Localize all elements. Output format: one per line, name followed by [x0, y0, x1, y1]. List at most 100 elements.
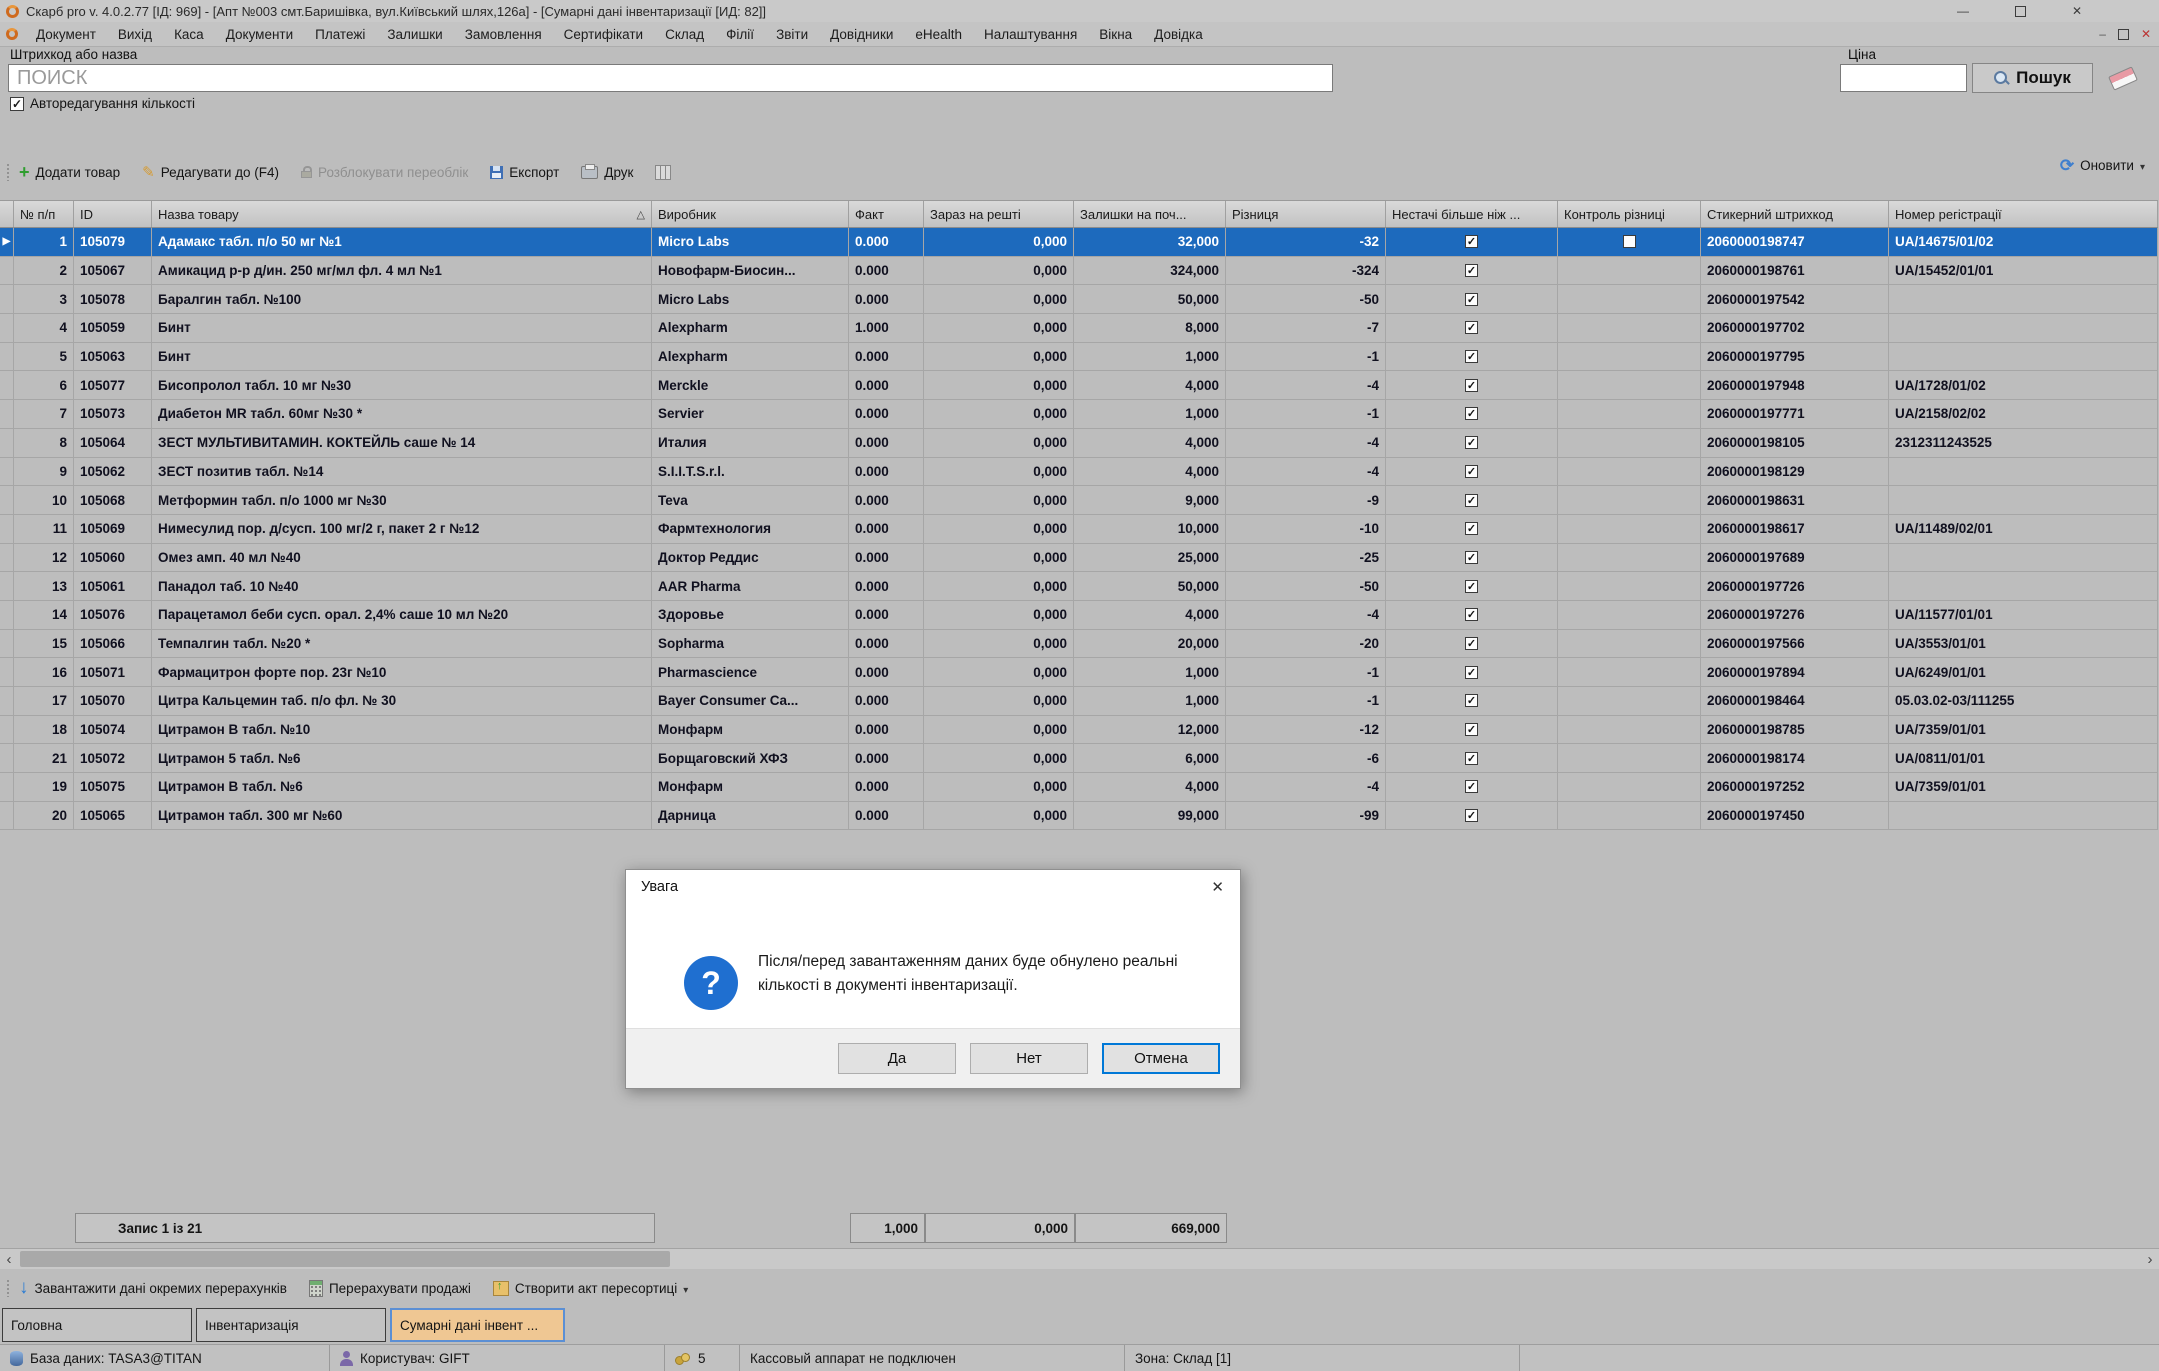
cell-reg[interactable]: UA/7359/01/01	[1889, 773, 2158, 801]
cell-control[interactable]	[1558, 257, 1701, 285]
cell-name[interactable]: Темпалгин табл. №20 *	[152, 630, 652, 658]
scroll-right-button[interactable]: ›	[2141, 1249, 2159, 1269]
table-row[interactable]: 20105065Цитрамон табл. 300 мг №60Дарница…	[0, 802, 2158, 831]
cell-vendor[interactable]: Pharmascience	[652, 658, 849, 686]
shortage-checkbox[interactable]: ✓	[1465, 379, 1478, 392]
cell-sticker[interactable]: 2060000197726	[1701, 572, 1889, 600]
cell-start[interactable]: 1,000	[1074, 400, 1226, 428]
cell-vendor[interactable]: Здоровье	[652, 601, 849, 629]
menu-item-Довідники[interactable]: Довідники	[819, 25, 904, 44]
horizontal-scrollbar[interactable]: ‹ ›	[0, 1248, 2159, 1269]
cell-vendor[interactable]: Alexpharm	[652, 314, 849, 342]
cell-control[interactable]	[1558, 515, 1701, 543]
cell-reg[interactable]	[1889, 285, 2158, 313]
col-header-id[interactable]: ID	[74, 201, 152, 227]
cell-shortage[interactable]: ✓	[1386, 744, 1558, 772]
cell-sticker[interactable]: 2060000198129	[1701, 458, 1889, 486]
table-row[interactable]: 18105074Цитрамон В табл. №10Монфарм0.000…	[0, 716, 2158, 745]
cell-sticker[interactable]: 2060000197566	[1701, 630, 1889, 658]
cell-control[interactable]	[1558, 228, 1701, 256]
cell-rest[interactable]: 0,000	[924, 371, 1074, 399]
unlock-recount-button[interactable]: Розблокувати переоблік	[301, 165, 468, 180]
cell-vendor[interactable]: Борщаговский ХФЗ	[652, 744, 849, 772]
cell-start[interactable]: 4,000	[1074, 773, 1226, 801]
cell-num[interactable]: 13	[14, 572, 74, 600]
cell-num[interactable]: 3	[14, 285, 74, 313]
shortage-checkbox[interactable]: ✓	[1465, 465, 1478, 478]
cell-sticker[interactable]: 2060000197689	[1701, 544, 1889, 572]
menu-item-Налаштування[interactable]: Налаштування	[973, 25, 1088, 44]
cell-num[interactable]: 15	[14, 630, 74, 658]
cell-fact[interactable]: 0.000	[849, 343, 924, 371]
cell-id[interactable]: 105059	[74, 314, 152, 342]
table-row[interactable]: 19105075Цитрамон В табл. №6Монфарм0.0000…	[0, 773, 2158, 802]
cell-control[interactable]	[1558, 802, 1701, 830]
cell-num[interactable]: 9	[14, 458, 74, 486]
menu-item-Вихід[interactable]: Вихід	[107, 25, 163, 44]
cell-diff[interactable]: -32	[1226, 228, 1386, 256]
col-header-rest[interactable]: Зараз на решті	[924, 201, 1074, 227]
cell-fact[interactable]: 1.000	[849, 314, 924, 342]
cell-control[interactable]	[1558, 716, 1701, 744]
table-row[interactable]: ▶1105079Адамакс табл. п/о 50 мг №1Micro …	[0, 228, 2158, 257]
table-row[interactable]: 13105061Панадол таб. 10 №40AAR Pharma0.0…	[0, 572, 2158, 601]
cell-fact[interactable]: 0.000	[849, 658, 924, 686]
price-input[interactable]	[1840, 64, 1967, 92]
cell-start[interactable]: 324,000	[1074, 257, 1226, 285]
cell-rest[interactable]: 0,000	[924, 658, 1074, 686]
cell-diff[interactable]: -12	[1226, 716, 1386, 744]
cell-fact[interactable]: 0.000	[849, 257, 924, 285]
cell-diff[interactable]: -20	[1226, 630, 1386, 658]
cell-rest[interactable]: 0,000	[924, 228, 1074, 256]
cell-name[interactable]: Баралгин табл. №100	[152, 285, 652, 313]
mdi-minimize-button[interactable]: –	[2099, 27, 2106, 41]
minimize-button[interactable]: —	[1957, 4, 1969, 18]
cell-shortage[interactable]: ✓	[1386, 429, 1558, 457]
cell-num[interactable]: 12	[14, 544, 74, 572]
cell-id[interactable]: 105070	[74, 687, 152, 715]
cell-vendor[interactable]: Дарница	[652, 802, 849, 830]
cell-control[interactable]	[1558, 458, 1701, 486]
cell-control[interactable]	[1558, 773, 1701, 801]
dialog-title-bar[interactable]: Увага	[626, 870, 1240, 904]
cell-sel[interactable]	[0, 429, 14, 457]
cell-sticker[interactable]: 2060000198105	[1701, 429, 1889, 457]
cell-vendor[interactable]: Micro Labs	[652, 285, 849, 313]
cell-rest[interactable]: 0,000	[924, 601, 1074, 629]
cell-start[interactable]: 9,000	[1074, 486, 1226, 514]
shortage-checkbox[interactable]: ✓	[1465, 694, 1478, 707]
cell-sticker[interactable]: 2060000197894	[1701, 658, 1889, 686]
cell-name[interactable]: Парацетамол беби сусп. орал. 2,4% саше 1…	[152, 601, 652, 629]
cell-sticker[interactable]: 2060000198631	[1701, 486, 1889, 514]
table-row[interactable]: 21105072Цитрамон 5 табл. №6Борщаговский …	[0, 744, 2158, 773]
cell-rest[interactable]: 0,000	[924, 773, 1074, 801]
table-row[interactable]: 15105066Темпалгин табл. №20 *Sopharma0.0…	[0, 630, 2158, 659]
cell-vendor[interactable]: Sopharma	[652, 630, 849, 658]
cell-start[interactable]: 50,000	[1074, 285, 1226, 313]
menu-item-eHealth[interactable]: eHealth	[904, 25, 973, 44]
cell-reg[interactable]: UA/7359/01/01	[1889, 716, 2158, 744]
load-recounts-button[interactable]: ↓ Завантажити дані окремих перерахунків	[19, 1281, 287, 1296]
cell-sticker[interactable]: 2060000198785	[1701, 716, 1889, 744]
cell-rest[interactable]: 0,000	[924, 687, 1074, 715]
cell-reg[interactable]: UA/2158/02/02	[1889, 400, 2158, 428]
cell-diff[interactable]: -4	[1226, 773, 1386, 801]
cell-control[interactable]	[1558, 429, 1701, 457]
cell-fact[interactable]: 0.000	[849, 371, 924, 399]
cell-start[interactable]: 99,000	[1074, 802, 1226, 830]
cell-sel[interactable]	[0, 601, 14, 629]
cell-fact[interactable]: 0.000	[849, 429, 924, 457]
cell-num[interactable]: 7	[14, 400, 74, 428]
add-item-button[interactable]: + Додати товар	[19, 165, 120, 180]
cell-vendor[interactable]: Доктор Реддис	[652, 544, 849, 572]
table-row[interactable]: 4105059БинтAlexpharm1.0000,0008,000-7✓20…	[0, 314, 2158, 343]
cell-sel[interactable]	[0, 400, 14, 428]
cell-reg[interactable]: UA/11489/02/01	[1889, 515, 2158, 543]
cell-diff[interactable]: -50	[1226, 285, 1386, 313]
shortage-checkbox[interactable]: ✓	[1465, 321, 1478, 334]
cell-sel[interactable]	[0, 343, 14, 371]
cell-control[interactable]	[1558, 544, 1701, 572]
cell-num[interactable]: 5	[14, 343, 74, 371]
autoedit-checkbox[interactable]: ✓	[10, 97, 24, 111]
cancel-button[interactable]: Отмена	[1102, 1043, 1220, 1074]
